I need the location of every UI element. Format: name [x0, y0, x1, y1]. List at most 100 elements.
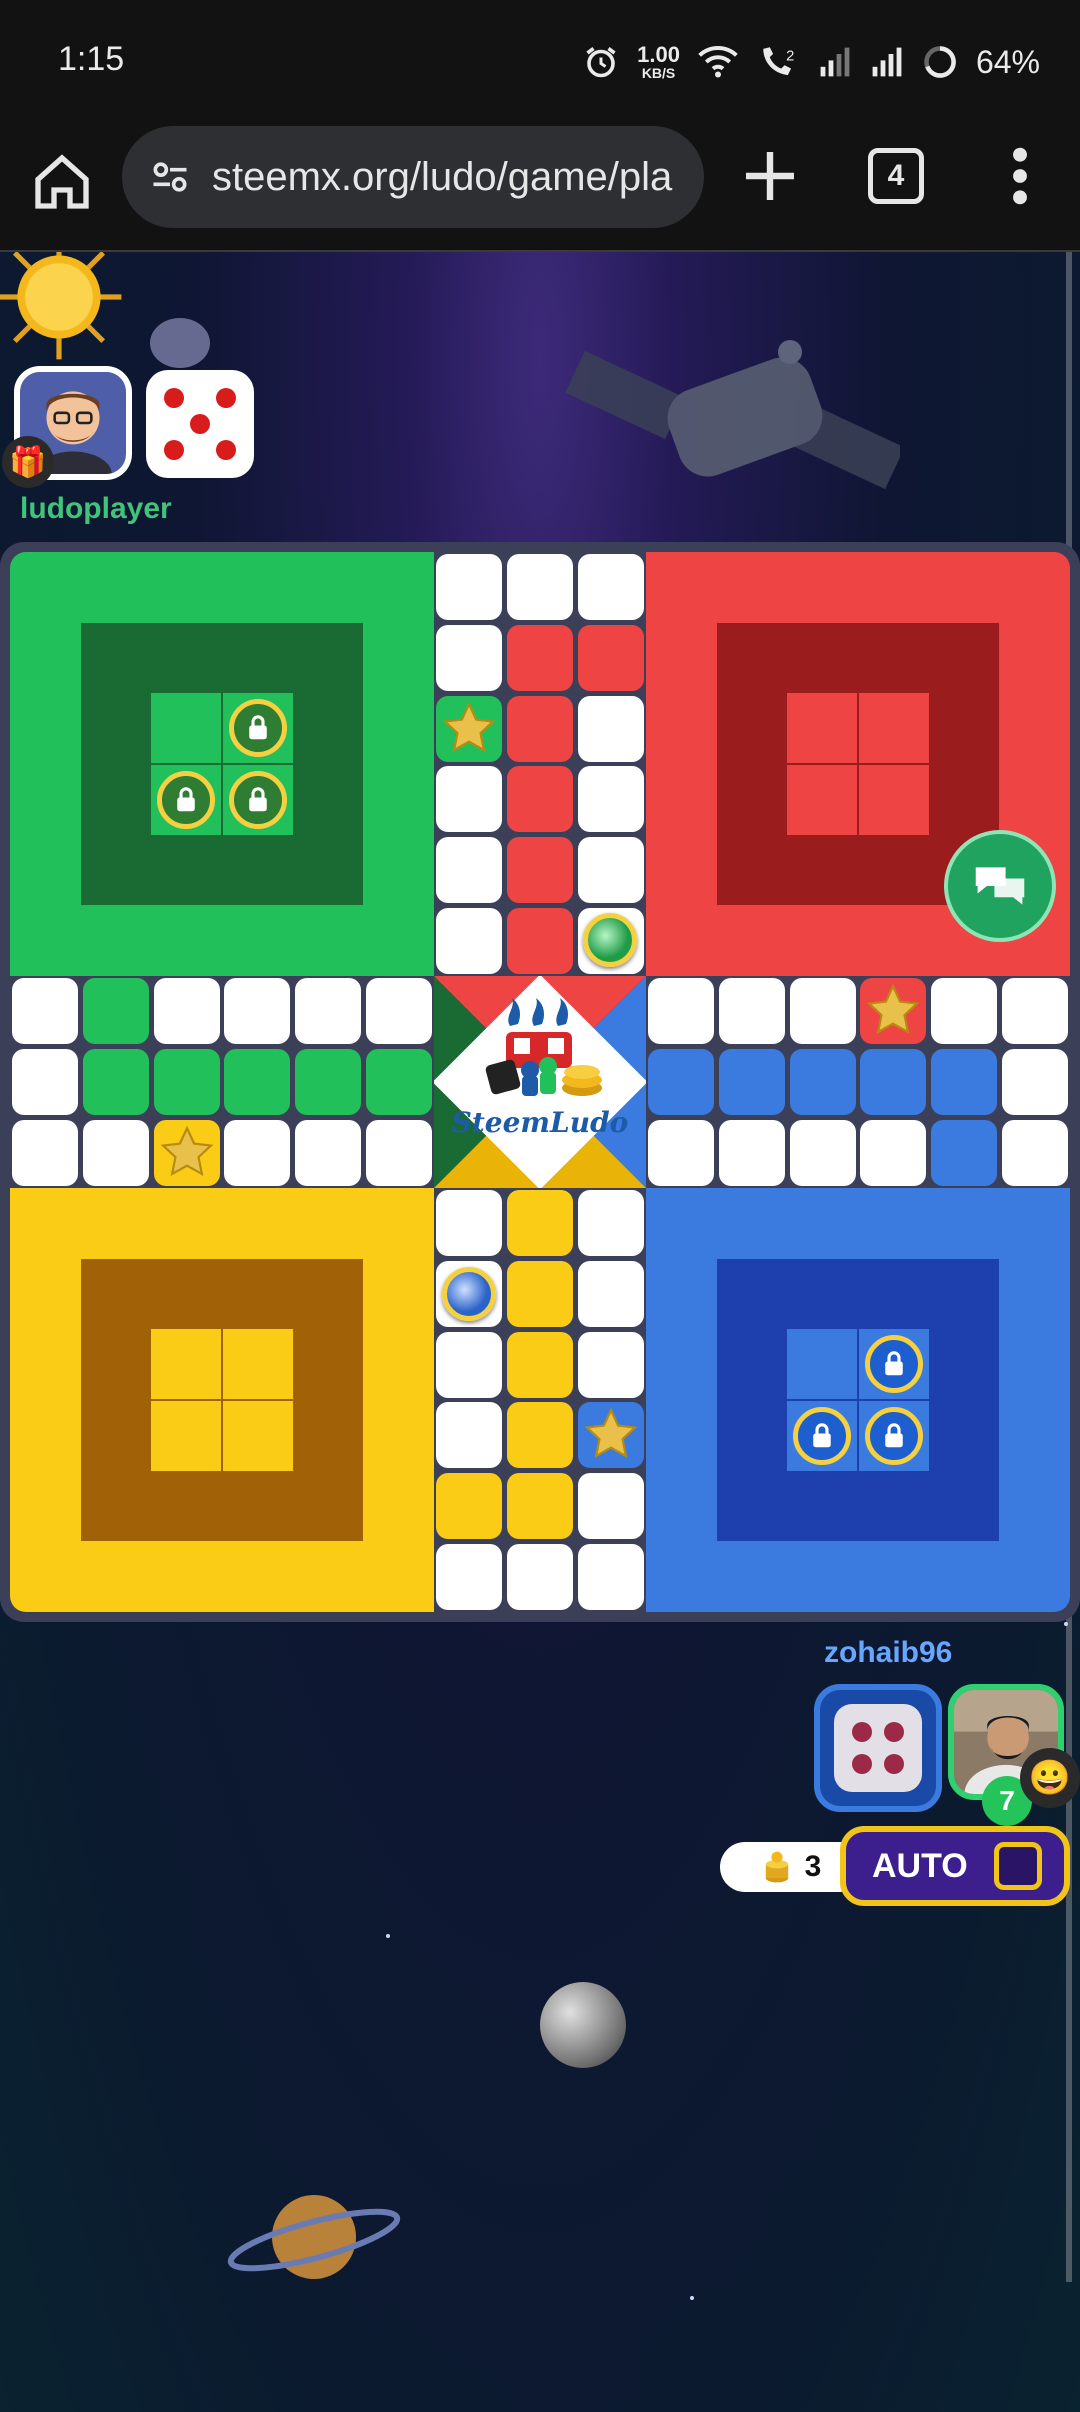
- track-cell[interactable]: [506, 1261, 573, 1327]
- green-token-locked[interactable]: [229, 699, 287, 757]
- red-home-slots: [787, 693, 929, 835]
- track-cell[interactable]: [506, 1402, 573, 1469]
- track-cell[interactable]: [224, 1048, 291, 1115]
- track-cell[interactable]: [12, 978, 79, 1045]
- home-slot[interactable]: [859, 1401, 929, 1471]
- track-cell[interactable]: [294, 1119, 361, 1186]
- track-cell[interactable]: [1001, 1119, 1068, 1186]
- star-dot: [690, 2296, 694, 2300]
- track-cell[interactable]: [577, 1543, 644, 1610]
- track-cell[interactable]: [436, 1473, 503, 1539]
- track-cell[interactable]: [577, 624, 644, 691]
- chat-button[interactable]: [944, 830, 1056, 942]
- track-cell[interactable]: [153, 978, 220, 1045]
- safe-star-cell[interactable]: [436, 695, 503, 762]
- track-cell[interactable]: [436, 1190, 503, 1257]
- blue-token-locked[interactable]: [793, 1407, 851, 1465]
- green-token-locked[interactable]: [229, 771, 287, 829]
- track-cell[interactable]: [506, 1543, 573, 1610]
- track-cell[interactable]: [224, 978, 291, 1045]
- green-token-locked[interactable]: [157, 771, 215, 829]
- track-cell[interactable]: [365, 978, 432, 1045]
- track-cell[interactable]: [719, 978, 785, 1045]
- track-cell[interactable]: [82, 1119, 149, 1186]
- track-cell[interactable]: [436, 836, 503, 903]
- track-cell[interactable]: [506, 554, 573, 621]
- plus-icon[interactable]: [738, 144, 802, 208]
- track-cell[interactable]: [860, 1048, 927, 1115]
- home-slot[interactable]: [859, 1329, 929, 1399]
- track-cell[interactable]: [1001, 978, 1068, 1045]
- track-cell[interactable]: [931, 1119, 997, 1186]
- track-cell[interactable]: [789, 1048, 856, 1115]
- blue-token-locked[interactable]: [865, 1335, 923, 1393]
- track-cell[interactable]: [577, 1190, 644, 1257]
- dice-top-player[interactable]: [146, 370, 254, 478]
- track-cell[interactable]: [577, 836, 644, 903]
- track-cell[interactable]: [577, 766, 644, 833]
- track-cell[interactable]: [506, 624, 573, 691]
- track-cell[interactable]: [860, 1119, 927, 1186]
- track-cell[interactable]: [506, 836, 573, 903]
- track-cell[interactable]: [436, 907, 503, 974]
- track-cell[interactable]: [506, 1473, 573, 1539]
- gift-icon[interactable]: 🎁: [2, 436, 54, 488]
- track-cell[interactable]: [577, 1473, 644, 1539]
- track-cell[interactable]: [648, 978, 715, 1045]
- track-cell[interactable]: [506, 1331, 573, 1398]
- auto-button[interactable]: AUTO: [840, 1826, 1070, 1906]
- blue-token-locked[interactable]: [865, 1407, 923, 1465]
- track-cell[interactable]: [789, 978, 856, 1045]
- auto-checkbox[interactable]: [993, 1842, 1042, 1890]
- track-cell[interactable]: [789, 1119, 856, 1186]
- home-slot[interactable]: [787, 1401, 857, 1471]
- track-cell[interactable]: [365, 1119, 432, 1186]
- home-slot[interactable]: [223, 765, 293, 835]
- track-cell[interactable]: [577, 695, 644, 762]
- track-cell[interactable]: [719, 1048, 785, 1115]
- track-cell[interactable]: [82, 978, 149, 1045]
- tabs-button[interactable]: 4: [868, 148, 924, 204]
- track-cell[interactable]: [436, 1543, 503, 1610]
- track-cell[interactable]: [12, 1119, 79, 1186]
- track-cell[interactable]: [931, 1048, 997, 1115]
- safe-star-cell[interactable]: [860, 978, 927, 1045]
- home-slot: [787, 1329, 857, 1399]
- track-cell[interactable]: [1001, 1048, 1068, 1115]
- dice-bottom-player[interactable]: [814, 1684, 942, 1812]
- track-cell[interactable]: [931, 978, 997, 1045]
- track-cell[interactable]: [719, 1119, 785, 1186]
- track-cell[interactable]: [577, 1331, 644, 1398]
- track-cell[interactable]: [436, 624, 503, 691]
- more-vert-icon[interactable]: [1000, 144, 1040, 208]
- track-cell[interactable]: [506, 907, 573, 974]
- home-icon[interactable]: [30, 150, 94, 214]
- track-cell[interactable]: [294, 1048, 361, 1115]
- safe-star-cell[interactable]: [577, 1402, 644, 1469]
- home-slot[interactable]: [151, 765, 221, 835]
- site-settings-icon[interactable]: [148, 155, 192, 199]
- track-cell[interactable]: [82, 1048, 149, 1115]
- track-cell[interactable]: [506, 766, 573, 833]
- track-cell[interactable]: [506, 695, 573, 762]
- track-cell[interactable]: [365, 1048, 432, 1115]
- track-cell[interactable]: [577, 1261, 644, 1327]
- track-cell[interactable]: [436, 766, 503, 833]
- blue-token-on-track[interactable]: [442, 1266, 497, 1321]
- track-cell[interactable]: [436, 554, 503, 621]
- home-slot[interactable]: [223, 693, 293, 763]
- safe-star-cell[interactable]: [153, 1119, 220, 1186]
- track-cell[interactable]: [648, 1048, 715, 1115]
- track-cell[interactable]: [294, 978, 361, 1045]
- track-cell[interactable]: [506, 1190, 573, 1257]
- track-cell[interactable]: [224, 1119, 291, 1186]
- green-home-slots: [151, 693, 293, 835]
- track-cell[interactable]: [153, 1048, 220, 1115]
- address-bar[interactable]: steemx.org/ludo/game/pla: [122, 126, 704, 228]
- track-cell[interactable]: [436, 1402, 503, 1469]
- track-cell[interactable]: [577, 554, 644, 621]
- track-cell[interactable]: [436, 1331, 503, 1398]
- track-cell[interactable]: [648, 1119, 715, 1186]
- emoji-button[interactable]: 😀: [1020, 1748, 1080, 1808]
- track-cell[interactable]: [12, 1048, 79, 1115]
